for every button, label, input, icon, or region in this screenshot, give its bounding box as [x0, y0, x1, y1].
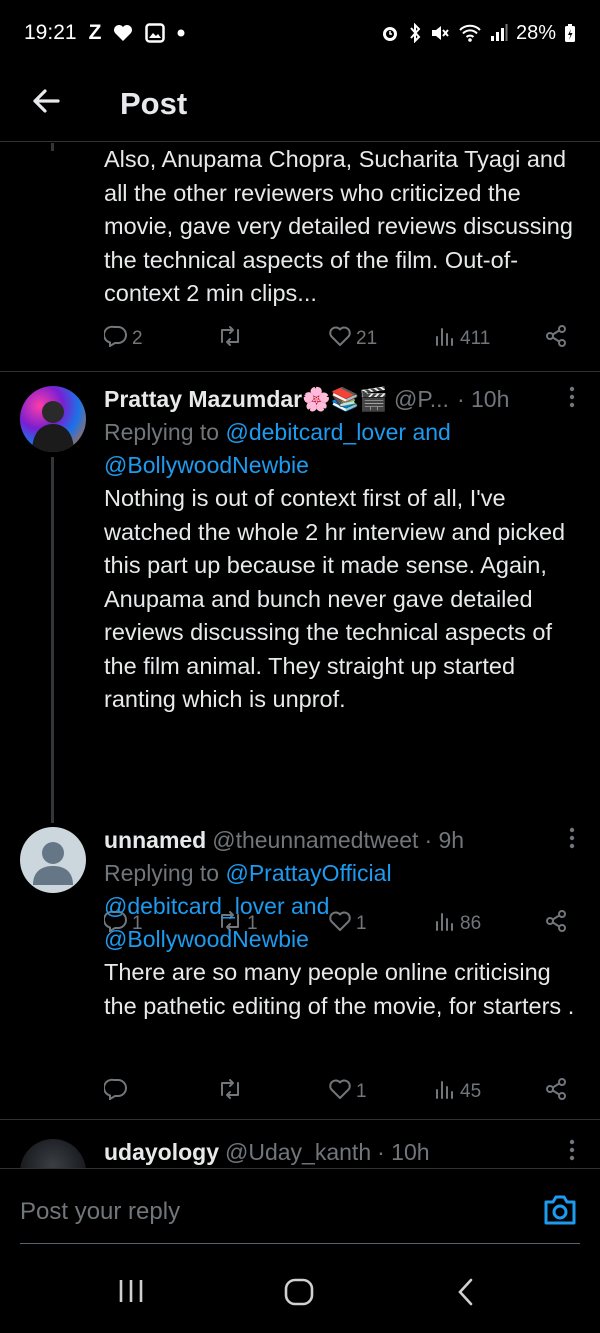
author-name[interactable]: udayology: [104, 1139, 219, 1166]
back-button[interactable]: [0, 66, 96, 142]
dot-icon: [177, 29, 185, 37]
like-button[interactable]: 1: [328, 1077, 367, 1107]
battery-icon: [564, 23, 576, 43]
mention-link[interactable]: @debitcard_lover and: [104, 893, 329, 919]
author-name[interactable]: unnamed: [104, 827, 206, 854]
heart-outline-icon: [328, 1078, 352, 1106]
reply-composer: Post your reply: [0, 1168, 600, 1248]
post-meta: unnamed @theunnamedtweet · 9h: [104, 823, 582, 857]
replying-label: Replying to: [104, 860, 226, 886]
camera-button[interactable]: [542, 1193, 578, 1227]
home-button[interactable]: [284, 1278, 314, 1311]
mute-icon: [430, 23, 450, 43]
post-actions: 2 21 411: [103, 324, 582, 354]
default-avatar-icon: [33, 842, 73, 885]
like-count: 1: [356, 1081, 367, 1102]
status-time: 19:21: [24, 21, 77, 44]
reply-thread[interactable]: Also, Anupama Chopra, Sucharita Tyagi an…: [0, 143, 600, 1168]
post-time: · 10h: [456, 385, 510, 412]
user-silhouette-icon: [32, 401, 74, 452]
mention-link[interactable]: @debitcard_lover and: [225, 419, 450, 445]
chevron-left-icon: [456, 1278, 476, 1310]
avatar[interactable]: [20, 1139, 86, 1168]
share-icon: [544, 324, 568, 354]
divider: [0, 371, 600, 372]
carrier-letter: Z: [88, 21, 102, 44]
system-nav-bar: [0, 1250, 600, 1333]
thread-line: [51, 457, 54, 823]
signal-icon: [490, 23, 508, 43]
page-title: Post: [120, 85, 188, 121]
post-time: · 10h: [377, 1138, 430, 1165]
like-button[interactable]: 21: [328, 324, 377, 354]
reply-input[interactable]: Post your reply: [20, 1198, 180, 1226]
views-button[interactable]: 411: [434, 324, 490, 354]
author-name[interactable]: Prattay Mazumdar🌸📚🎬: [104, 386, 388, 413]
replying-to: Replying to @debitcard_lover and @Bollyw…: [104, 416, 582, 482]
more-vertical-icon: [569, 386, 575, 413]
author-handle[interactable]: @Uday_kanth: [225, 1139, 371, 1166]
author-handle[interactable]: @P...: [394, 386, 449, 413]
post-text: Nothing is out of context first of all, …: [104, 485, 566, 712]
alarm-icon: [380, 23, 400, 43]
heart-outline-icon: [328, 325, 352, 353]
more-vertical-icon: [569, 1139, 575, 1166]
repost-button[interactable]: [217, 324, 247, 354]
mention-link[interactable]: @BollywoodNewbie: [104, 452, 309, 478]
avatar[interactable]: [20, 386, 86, 452]
avatar[interactable]: [20, 827, 86, 893]
replying-to: Replying to @PrattayOfficial @debitcard_…: [104, 857, 582, 956]
home-icon: [284, 1278, 314, 1310]
reply-button[interactable]: 2: [103, 324, 143, 354]
views-button[interactable]: 45: [434, 1077, 481, 1107]
divider: [0, 1119, 600, 1120]
repost-icon: [217, 1078, 243, 1106]
more-options-button[interactable]: [562, 382, 582, 416]
mention-link[interactable]: @BollywoodNewbie: [104, 926, 309, 952]
author-handle[interactable]: @theunnamedtweet: [212, 827, 418, 854]
bluetooth-icon: [408, 23, 422, 43]
recents-icon: [117, 1280, 145, 1308]
reply-button[interactable]: [103, 1077, 132, 1107]
views-count: 411: [460, 328, 491, 349]
battery-percent: 28%: [515, 21, 556, 44]
wifi-icon: [458, 23, 482, 43]
views-icon: [434, 1078, 456, 1106]
repost-button[interactable]: [217, 1077, 247, 1107]
reply-icon: [103, 1078, 128, 1106]
reply-count: 2: [132, 328, 143, 349]
share-button[interactable]: [544, 1077, 568, 1107]
camera-icon: [542, 1195, 578, 1231]
post-text: Also, Anupama Chopra, Sucharita Tyagi an…: [104, 146, 573, 306]
reply-input-underline: [20, 1243, 580, 1244]
share-button[interactable]: [544, 324, 568, 354]
recent-apps-button[interactable]: [117, 1278, 145, 1309]
repost-icon: [217, 325, 243, 353]
arrow-left-icon: [31, 88, 61, 119]
post-meta: udayology @Uday_kanth · 10h: [104, 1135, 582, 1168]
share-icon: [544, 1077, 568, 1107]
mention-link[interactable]: @PrattayOfficial: [225, 860, 391, 886]
post-meta: Prattay Mazumdar🌸📚🎬 @P... · 10h: [104, 382, 582, 416]
heart-icon: [113, 24, 133, 42]
thread-line: [51, 143, 54, 151]
views-count: 45: [460, 1081, 482, 1102]
back-nav-button[interactable]: [456, 1278, 476, 1311]
top-app-bar: Post: [0, 66, 600, 142]
replying-label: Replying to: [104, 419, 226, 445]
views-icon: [434, 325, 456, 353]
gallery-icon: [145, 23, 166, 43]
status-bar: 19:21 Z 28%: [0, 0, 600, 66]
reply-icon: [103, 325, 128, 353]
more-options-button[interactable]: [562, 823, 582, 857]
post-text: There are so many people online criticis…: [104, 959, 575, 1019]
more-vertical-icon: [569, 827, 575, 854]
post-time: · 9h: [424, 826, 465, 853]
like-count: 21: [356, 328, 378, 349]
post-actions: 1 45: [103, 1077, 582, 1107]
more-options-button[interactable]: [562, 1135, 582, 1168]
